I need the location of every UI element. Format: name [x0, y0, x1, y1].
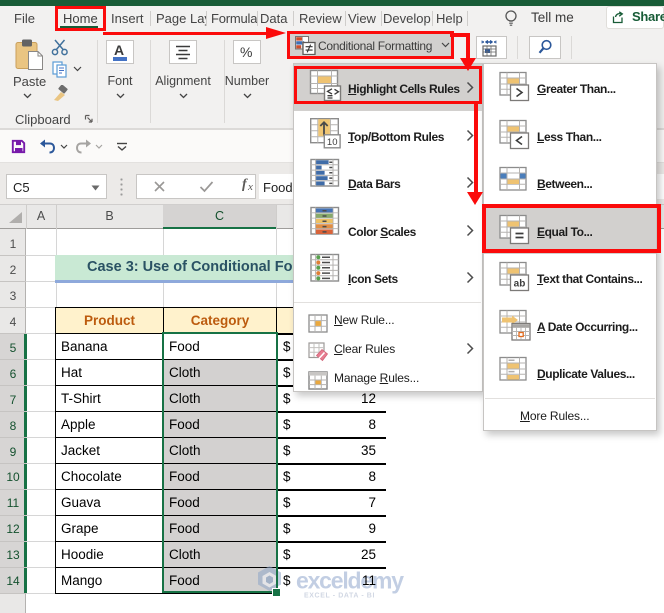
svg-text:ab: ab — [514, 279, 526, 290]
svg-text:EXCEL - DATA - BI: EXCEL - DATA - BI — [304, 593, 375, 600]
svg-text:exceldemy: exceldemy — [296, 568, 404, 594]
svg-text:10: 10 — [327, 137, 338, 148]
